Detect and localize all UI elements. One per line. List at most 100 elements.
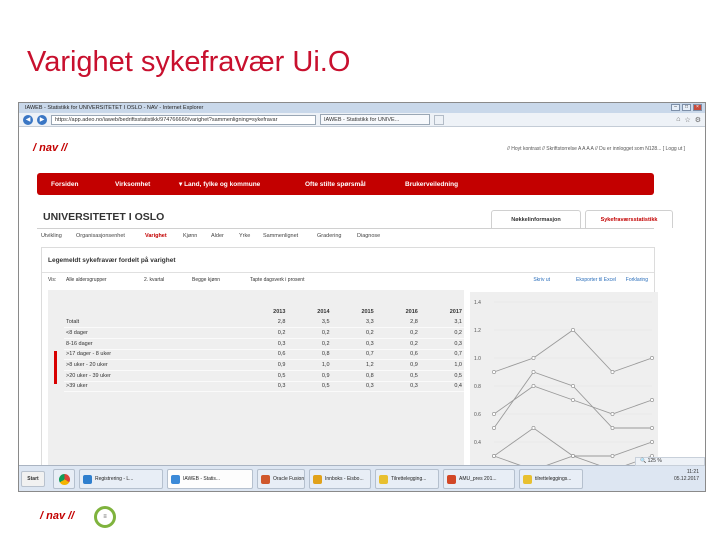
table-row[interactable]: >17 dager - 8 uker 0,6 0,8 0,7 0,6 0,7 [64,349,464,361]
subtab-utvikling[interactable]: Utvikling [41,233,62,239]
start-button[interactable]: Start [21,471,45,487]
table-row[interactable]: Totalt 2,8 3,5 3,3 2,8 3,1 [64,317,464,329]
start-label: Start [27,476,39,482]
menu-item-land-fylke-kommune[interactable]: ▾ Land, fylke og kommune [179,180,260,188]
table-row[interactable]: >20 uker - 39 uker 0,5 0,9 0,8 0,5 0,5 [64,370,464,382]
duration-table: 2013 2014 2015 2016 2017 Totalt 2,8 3,5 3,3… [64,306,464,393]
table-row[interactable]: >8 uker - 20 uker 0,9 1,0 1,2 0,9 1,0 [64,359,464,371]
cell-value: 0,9 [287,370,332,382]
subtab-yrke[interactable]: Yrke [239,233,250,239]
close-icon[interactable]: × [693,104,702,111]
cell-value: 0,3 [419,338,464,350]
value-type-select[interactable]: Tapte dagsverk i prosent [250,277,304,283]
nav-logo[interactable]: / nav // [33,142,67,154]
explanation-link[interactable]: Forklaring [626,277,648,283]
favorites-icon[interactable]: ☆ [684,116,690,124]
cell-value: 0,8 [331,370,376,382]
subtab-alder[interactable]: Alder [211,233,224,239]
forward-button[interactable]: ▶ [37,114,47,125]
data-point[interactable] [650,398,654,402]
data-point[interactable] [610,426,615,430]
data-point[interactable] [610,370,615,374]
data-point[interactable] [531,370,536,374]
panel-title: Legemeldt sykefravær fordelt på varighet [48,257,176,264]
data-point[interactable] [571,454,575,458]
tab-sykefravaersstatistikk[interactable]: Sykefraværsstatistikk [585,210,673,228]
data-point[interactable] [492,426,496,430]
cell-value: 0,2 [287,327,332,339]
taskbar-item-label: AMU_pres 201... [459,476,497,482]
cell-value: 0,2 [243,327,288,339]
cell-value: 3,3 [331,317,376,329]
gender-select[interactable]: Begge kjønn [192,277,220,283]
print-link[interactable]: Skriv ut [533,277,550,283]
subtab-varighet[interactable]: Varighet [145,233,167,239]
taskbar-item-label: Oracle Fusion M... [273,476,305,482]
data-point[interactable] [571,328,575,332]
zoom-level[interactable]: 🔍 125 % [635,457,705,466]
data-point[interactable] [492,412,496,416]
taskbar-item-label: Tilrettelegging... [391,476,427,482]
menu-item-ofte-stilte[interactable]: Ofte stilte spørsmål [305,181,366,188]
quarter-select[interactable]: 2. kvartal [144,277,164,283]
data-point[interactable] [492,454,496,458]
taskbar-item[interactable]: Tilrettelegging... [375,469,439,489]
table-row[interactable]: >39 uker 0,3 0,5 0,3 0,3 0,4 [64,381,464,393]
maximize-icon[interactable]: □ [682,104,691,111]
menu-item-virksomhet[interactable]: Virksomhet [115,181,150,188]
browser-toolbar-icons: ⌂ ☆ ⚙ [676,116,701,124]
data-point[interactable] [531,426,536,430]
row-label: >39 uker [64,381,244,393]
data-point[interactable] [650,426,654,430]
taskbar-item[interactable]: Registrering - L... [79,469,163,489]
data-point[interactable] [650,356,654,360]
minimize-icon[interactable]: – [671,104,680,111]
y-tick-label: 0.8 [474,384,481,390]
settings-icon[interactable]: ⚙ [695,116,701,124]
browser-tab[interactable]: IAWEB - Statistikk for UNIVE... [320,114,430,125]
url-input[interactable]: https://app.adeo.no/iaweb/bedriftsstatis… [51,114,316,125]
subtab-sammenlignet[interactable]: Sammenlignet [263,233,298,239]
taskbar-item[interactable]: Oracle Fusion M... [257,469,305,489]
chrome-icon [59,474,70,485]
app-icon [447,475,456,484]
table-header-year: 2017 [449,308,462,315]
new-tab-button[interactable] [434,114,444,125]
back-button[interactable]: ◀ [23,114,33,125]
data-point[interactable] [610,412,615,416]
table-row[interactable]: <8 dager 0,2 0,2 0,2 0,2 0,2 [64,327,464,339]
data-point[interactable] [571,398,575,402]
data-point[interactable] [650,440,654,444]
tab-nokkelinformasjon[interactable]: Nøkkelinformasjon [491,210,581,228]
taskbar-item[interactable]: IAWEB - Statis... [167,469,253,489]
taskbar-item[interactable]: tilretteleggings... [519,469,583,489]
taskbar-item[interactable]: AMU_pres 201... [443,469,515,489]
data-point[interactable] [531,356,536,360]
window-titlebar: IAWEB - Statistikk for UNIVERSITETET I O… [19,103,705,113]
row-label: >20 uker - 39 uker [64,370,244,382]
data-point[interactable] [492,370,496,374]
cell-value: 0,7 [419,349,464,361]
subtab-organisasjonsenhet[interactable]: Organisasjonsenhet [76,233,125,239]
cell-value: 2,8 [375,317,420,329]
taskbar-item[interactable]: Innboks - Eisbo... [309,469,371,489]
data-point[interactable] [531,384,536,388]
cell-value: 0,2 [375,338,420,350]
age-select[interactable]: Alle aldersgrupper [66,277,107,283]
cell-value: 0,3 [331,381,376,393]
chrome-taskbar-icon[interactable] [53,469,75,489]
y-tick-label: 1.2 [474,328,481,334]
menu-item-brukerveiledning[interactable]: Brukerveiledning [405,181,458,188]
export-excel-link[interactable]: Eksporter til Excel [576,277,616,283]
data-point[interactable] [571,384,575,388]
table-row[interactable]: 8-16 dager 0,3 0,2 0,3 0,2 0,3 [64,338,464,350]
subtab-gradering[interactable]: Gradering [317,233,341,239]
taskbar: 🔍 125 % Start Registrering - L... IAWEB -… [19,457,705,491]
data-point[interactable] [610,454,615,458]
menu-item-forsiden[interactable]: Forsiden [51,181,78,188]
top-links[interactable]: // Hoyt kontrast // Skriftstorrelse A A … [507,146,685,152]
subtab-diagnose[interactable]: Diagnose [357,233,380,239]
subtab-kjonn[interactable]: Kjønn [183,233,197,239]
cell-value: 0,2 [331,327,376,339]
home-icon[interactable]: ⌂ [676,116,680,124]
